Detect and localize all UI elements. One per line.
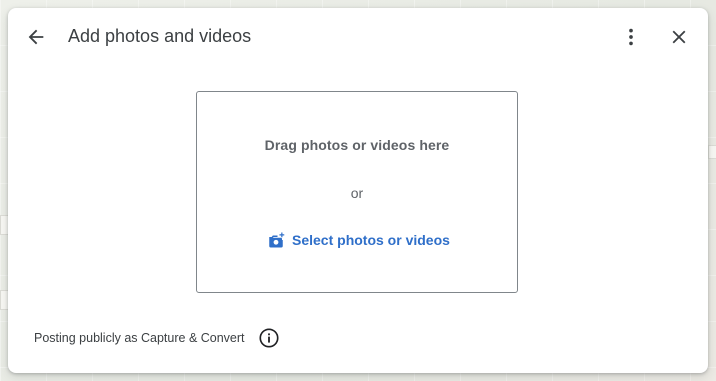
close-button[interactable] [663, 21, 695, 53]
or-separator: or [350, 185, 364, 201]
info-button[interactable] [257, 326, 281, 350]
arrow-back-icon [28, 29, 44, 45]
info-icon [258, 328, 279, 348]
upload-dropzone[interactable]: Drag photos or videos here or Select pho… [196, 91, 518, 293]
dialog-title: Add photos and videos [68, 26, 252, 46]
posting-publicly-text: Posting publicly as Capture & Convert [34, 331, 245, 345]
add-photo-icon [269, 232, 285, 248]
select-photos-button[interactable]: Select photos or videos [267, 231, 450, 249]
close-icon [672, 30, 686, 44]
dialog-header: Add photos and videos [8, 8, 708, 66]
map-road [708, 145, 716, 159]
back-button[interactable] [20, 21, 52, 53]
more-vert-icon [629, 28, 633, 46]
add-photos-dialog: Add photos and videos Drag photos or vid… [8, 8, 708, 373]
more-options-button[interactable] [615, 21, 647, 53]
select-photos-label: Select photos or videos [292, 232, 450, 248]
dialog-footer: Posting publicly as Capture & Convert [34, 326, 281, 350]
drag-instruction: Drag photos or videos here [264, 137, 450, 153]
